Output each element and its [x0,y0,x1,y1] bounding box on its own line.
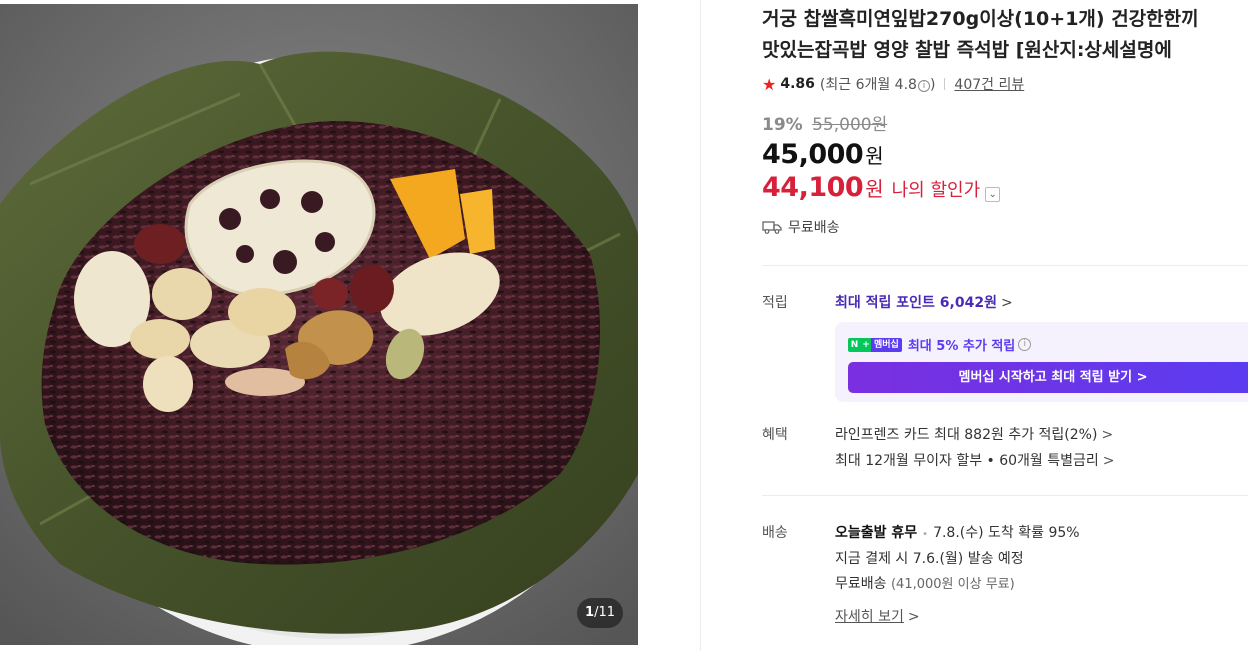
star-icon: ★ [762,74,777,94]
review-count-link[interactable]: 407건 리뷰 [954,74,1024,94]
sale-price: 45,000 [762,139,864,170]
max-points-link[interactable]: 최대 적립 포인트 6,042원 > [835,292,1013,312]
chevron-right-icon: > [1102,453,1115,469]
rating-row: ★ 4.86 (최근 6개월 4.8 i) 407건 리뷰 [762,74,1024,94]
recent-rating: (최근 6개월 4.8 i) [819,77,936,93]
delivery-details-link[interactable]: 자세히 보기 > [835,606,920,626]
shipping-fee-row: 무료배송 (41,000원 이상 무료) [835,573,1015,593]
dot-separator: • [922,529,929,540]
my-price-row: 44,100 원 나의 할인가 ⌄ [762,172,1001,203]
product-title-line-1: 거궁 찹쌀흑미연잎밥270g이상(10+1개) 건강한한끼 [762,8,1199,30]
my-price-label: 나의 할인가 [891,180,981,201]
sale-price-unit: 원 [865,144,884,168]
rating-score: 4.86 [780,76,815,92]
arrival-estimate: 7.8.(수) 도착 확률 95% [933,525,1080,541]
membership-extra-points: 최대 5% 추가 적립 [907,339,1016,354]
free-shipping-label: 무료배송 [788,220,840,236]
delivery-arrival-row: 오늘출발 휴무 • 7.8.(수) 도착 확률 95% [835,522,1080,542]
chevron-right-icon: > [1101,427,1114,443]
image-counter: 1/11 [577,598,623,628]
separator [944,78,946,90]
product-gallery[interactable]: 1/11 [0,0,640,651]
panel-divider [700,0,701,651]
divider [762,265,1248,266]
original-price: 55,000원 [812,115,888,135]
points-section-label: 적립 [762,295,788,311]
product-title-line-2: 맛있는잡곡밥 영양 찰밥 즉석밥 [원산지:상세설명에 [762,39,1172,61]
shipping-fee-label: 무료배송 [835,576,887,592]
chevron-right-icon: > [907,609,920,625]
installment-benefit-link[interactable]: 최대 12개월 무이자 할부 • 60개월 특별금리 > [835,450,1115,470]
sale-price-row: 45,000 원 [762,139,884,170]
free-shipping-row: 무료배송 [762,217,840,237]
dispatch-estimate: 지금 결제 시 7.6.(월) 발송 예정 [835,551,1024,567]
my-discount-price: 44,100 [762,172,864,203]
card-benefit-link[interactable]: 라인프렌즈 카드 최대 882원 추가 적립(2%) > [835,424,1113,444]
membership-start-button[interactable]: 멤버십 시작하고 최대 적립 받기 > [848,362,1248,393]
my-price-unit: 원 [865,177,884,201]
chevron-down-icon[interactable]: ⌄ [985,187,1001,202]
delivery-section-label: 배송 [762,525,788,541]
discount-rate: 19% [762,115,803,135]
discount-row: 19% 55,000원 [762,110,887,135]
membership-info-row: N + 멤버십 최대 5% 추가 적립 i [848,335,1032,354]
truck-icon [762,221,782,234]
divider [762,495,1248,496]
shipping-fee-condition: (41,000원 이상 무료) [890,577,1015,592]
product-info-panel: 거궁 찹쌀흑미연잎밥270g이상(10+1개) 건강한한끼 맛있는잡곡밥 영양 … [762,0,1248,651]
info-icon[interactable]: i [917,80,930,92]
lotus-leaf-rice-photo-icon [0,4,638,645]
chevron-right-icon: > [1000,295,1013,311]
today-shipping-label: 오늘출발 휴무 [835,525,918,541]
product-title: 거궁 찹쌀흑미연잎밥270g이상(10+1개) 건강한한끼 맛있는잡곡밥 영양 … [762,4,1248,66]
info-icon[interactable]: i [1018,338,1032,351]
benefits-section-label: 혜택 [762,427,788,443]
membership-box: N + 멤버십 최대 5% 추가 적립 i 멤버십 시작하고 최대 적립 받기 > [835,322,1248,402]
naver-membership-badge: N + 멤버십 [848,337,902,352]
product-main-image[interactable] [0,4,638,645]
